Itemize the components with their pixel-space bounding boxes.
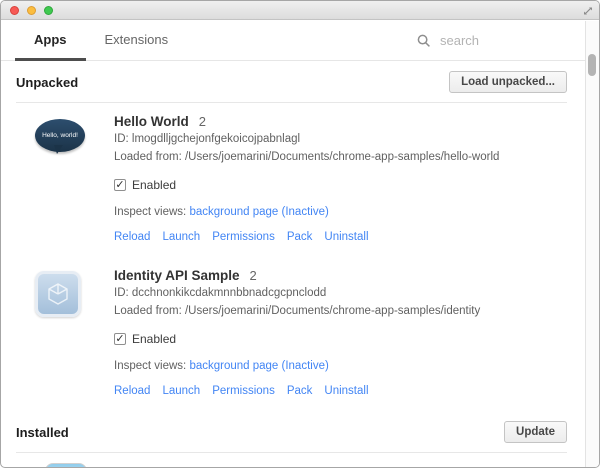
search-input[interactable]: [440, 33, 552, 48]
loaded-from-path: /Users/joemarini/Documents/chrome-app-sa…: [185, 305, 480, 317]
window-body: Apps Extensions Unpacked Load unpacked..…: [1, 21, 599, 467]
app-window: Apps Extensions Unpacked Load unpacked..…: [0, 0, 600, 468]
loaded-from-label: Loaded from:: [114, 305, 182, 317]
hello-world-app-icon: Hello, world!: [35, 119, 85, 152]
search-box: [417, 21, 567, 60]
launch-link[interactable]: Launch: [162, 231, 200, 243]
app-item-hello-world: Hello, world! Hello World 2 ID: lmogdlljg…: [1, 103, 585, 257]
section-title-installed: Installed: [16, 425, 69, 440]
tab-bar: Apps Extensions: [1, 21, 585, 61]
enabled-checkbox[interactable]: [114, 333, 126, 345]
app-details: Hello World 2 ID: lmogdlljgchejonfgekoico…: [114, 114, 567, 243]
app-id-line: ID: lmogdlljgchejonfgekoicojpabnlagl: [114, 132, 567, 147]
enabled-label: Enabled: [132, 178, 176, 192]
app-name: Hello World: [114, 114, 189, 129]
app-version: 2: [199, 114, 206, 129]
fullscreen-expand-icon[interactable]: [582, 4, 594, 16]
traffic-lights: [10, 6, 53, 15]
launch-link[interactable]: Launch: [162, 385, 200, 397]
app-details: 2X Client for RDP/Remote Desktop10.6.149…: [114, 463, 567, 467]
inspect-views-row: Inspect views: background page (Inactive…: [114, 360, 567, 372]
app-id-line: ID: dcchnonkikcdakmnnbbnadcgcpnclodd: [114, 286, 567, 301]
close-button[interactable]: [10, 6, 19, 15]
section-title-unpacked: Unpacked: [16, 75, 78, 90]
app-loaded-from-line: Loaded from: /Users/joemarini/Documents/…: [114, 150, 567, 165]
2x-client-app-icon: 2X: [45, 463, 87, 467]
pack-link[interactable]: Pack: [287, 385, 313, 397]
background-page-link[interactable]: background page (Inactive): [189, 206, 328, 218]
minimize-button[interactable]: [27, 6, 36, 15]
reload-link[interactable]: Reload: [114, 231, 150, 243]
enabled-row: Enabled: [114, 332, 567, 346]
app-details: Identity API Sample 2 ID: dcchnonkikcdakm…: [114, 268, 567, 397]
load-unpacked-button[interactable]: Load unpacked...: [449, 71, 567, 93]
loaded-from-label: Loaded from:: [114, 151, 182, 163]
inspect-views-row: Inspect views: background page (Inactive…: [114, 206, 567, 218]
extensions-page: Apps Extensions Unpacked Load unpacked..…: [1, 21, 585, 467]
tab-extensions[interactable]: Extensions: [86, 21, 188, 61]
enabled-checkbox[interactable]: [114, 179, 126, 191]
enabled-label: Enabled: [132, 332, 176, 346]
inspect-views-label: Inspect views:: [114, 206, 186, 218]
id-label: ID:: [114, 133, 129, 145]
app-id-value: dcchnonkikcdakmnnbbnadcgcpnclodd: [132, 287, 326, 299]
action-links-row: Reload Launch Permissions Pack Uninstall: [114, 385, 567, 397]
enabled-row: Enabled: [114, 178, 567, 192]
update-button[interactable]: Update: [504, 421, 567, 443]
hello-world-icon-label: Hello, world!: [42, 132, 78, 139]
background-page-link[interactable]: background page (Inactive): [189, 360, 328, 372]
tab-apps[interactable]: Apps: [15, 21, 86, 61]
uninstall-link[interactable]: Uninstall: [324, 385, 368, 397]
identity-app-icon: [35, 271, 81, 317]
section-installed: Installed Update: [1, 411, 585, 452]
reload-link[interactable]: Reload: [114, 385, 150, 397]
permissions-link[interactable]: Permissions: [212, 231, 275, 243]
app-icon-column: Hello, world!: [35, 114, 91, 243]
vertical-scrollbar[interactable]: [585, 21, 599, 467]
app-title: Hello World 2: [114, 114, 567, 129]
zoom-button[interactable]: [44, 6, 53, 15]
inspect-views-label: Inspect views:: [114, 360, 186, 372]
id-label: ID:: [114, 287, 129, 299]
cube-icon: [47, 282, 69, 306]
app-item-identity-api: Identity API Sample 2 ID: dcchnonkikcdakm…: [1, 257, 585, 411]
action-links-row: Reload Launch Permissions Pack Uninstall: [114, 231, 567, 243]
app-name: Identity API Sample: [114, 268, 240, 283]
app-icon-column: [35, 268, 91, 397]
app-item-2x-client: 2X 2X Client for RDP/Remote Desktop10.6.…: [1, 453, 585, 467]
scrollbar-thumb[interactable]: [588, 54, 596, 76]
search-icon: [417, 34, 431, 48]
loaded-from-path: /Users/joemarini/Documents/chrome-app-sa…: [185, 151, 499, 163]
app-version: 2: [250, 268, 257, 283]
app-title: Identity API Sample 2: [114, 268, 567, 283]
permissions-link[interactable]: Permissions: [212, 385, 275, 397]
pack-link[interactable]: Pack: [287, 231, 313, 243]
app-loaded-from-line: Loaded from: /Users/joemarini/Documents/…: [114, 304, 567, 319]
app-id-value: lmogdlljgchejonfgekoicojpabnlagl: [132, 133, 300, 145]
uninstall-link[interactable]: Uninstall: [324, 231, 368, 243]
titlebar: [1, 1, 599, 20]
section-unpacked: Unpacked Load unpacked...: [1, 61, 585, 102]
